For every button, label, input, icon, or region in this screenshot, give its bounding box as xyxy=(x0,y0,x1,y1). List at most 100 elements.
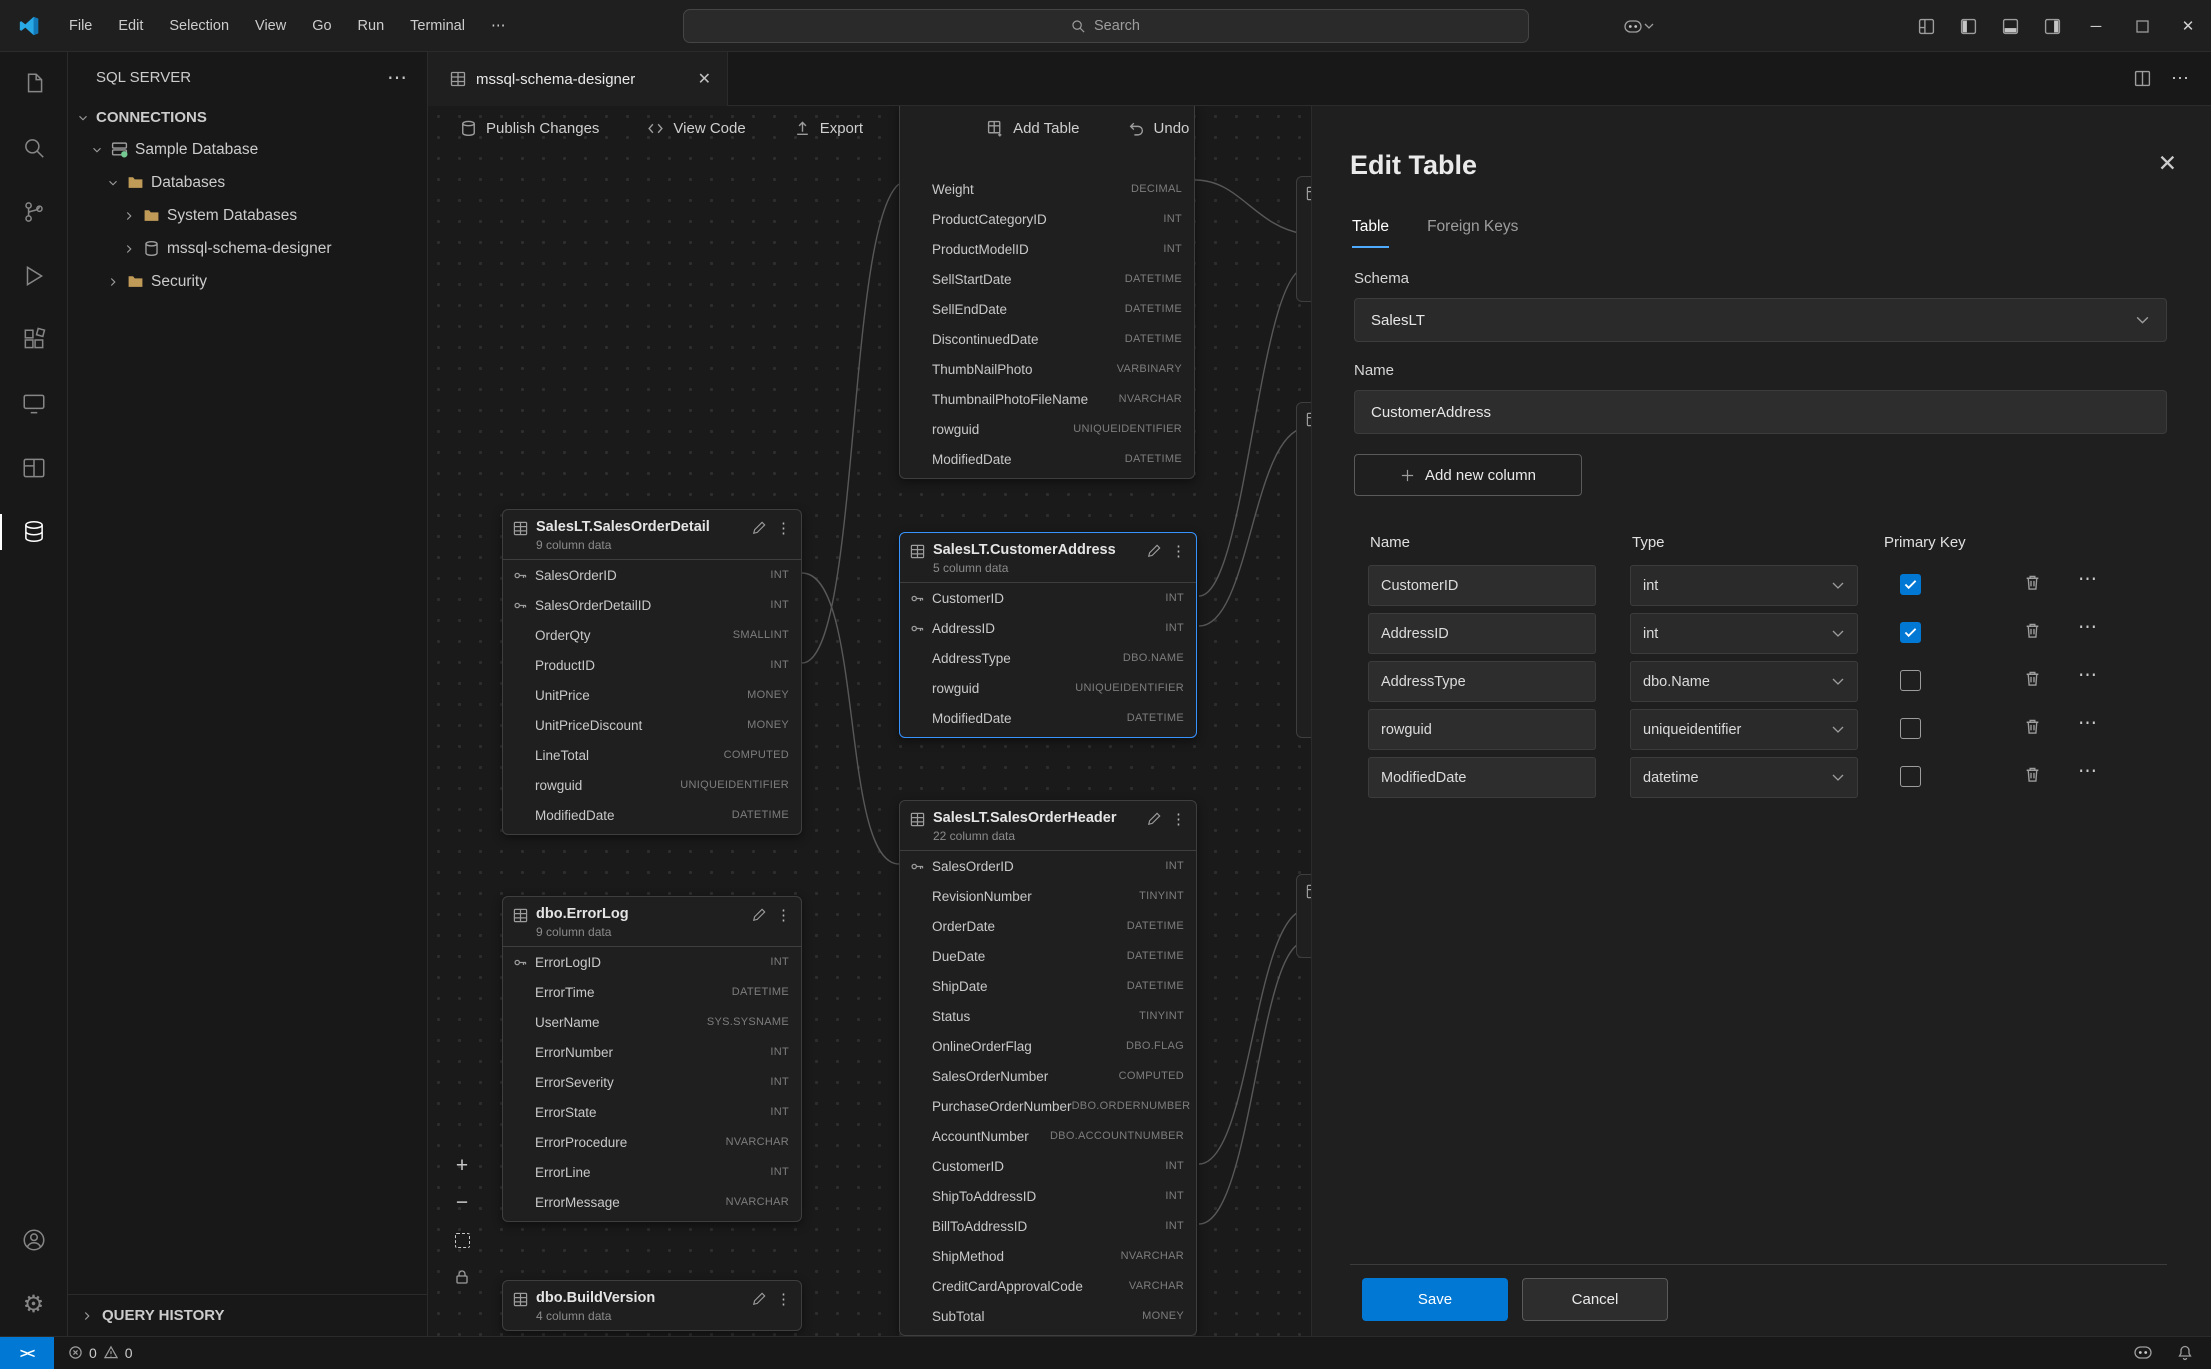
column-row[interactable]: SalesOrderID INT xyxy=(503,560,801,590)
maximize-button[interactable] xyxy=(2119,0,2165,52)
column-row[interactable]: AccountNumber DBO.ACCOUNTNUMBER xyxy=(900,1121,1196,1151)
column-row[interactable]: rowguid UNIQUEIDENTIFIER xyxy=(503,770,801,800)
tab-table[interactable]: Table xyxy=(1352,218,1389,248)
menu-terminal[interactable]: Terminal xyxy=(397,12,478,40)
copilot-status-icon[interactable] xyxy=(2133,1345,2153,1360)
sidebar-item-system-databases[interactable]: System Databases xyxy=(68,199,427,232)
column-row[interactable]: SellStartDate DATETIME xyxy=(900,264,1194,294)
column-more-actions-icon[interactable]: ⋯ xyxy=(2078,616,2098,639)
zoom-in-button[interactable]: + xyxy=(448,1152,476,1180)
editor-layout-icon[interactable] xyxy=(0,436,67,500)
settings-gear-icon[interactable]: ⚙ xyxy=(0,1272,67,1336)
column-more-actions-icon[interactable]: ⋯ xyxy=(2078,760,2098,783)
column-row[interactable]: UnitPriceDiscount MONEY xyxy=(503,710,801,740)
node-menu-icon[interactable]: ⋮ xyxy=(776,519,791,537)
column-row[interactable]: ErrorLogID INT xyxy=(503,947,801,977)
fit-view-button[interactable] xyxy=(448,1226,476,1254)
column-row[interactable]: rowguid UNIQUEIDENTIFIER xyxy=(900,414,1194,444)
table-node-salesorderdetail[interactable]: SalesLT.SalesOrderDetail 9 column data ⋮… xyxy=(502,509,802,835)
command-center-search[interactable]: Search xyxy=(683,9,1529,43)
column-row[interactable]: OrderDate DATETIME xyxy=(900,911,1196,941)
table-node-buildversion[interactable]: dbo.BuildVersion 4 column data ⋮ xyxy=(502,1280,802,1331)
table-name-input[interactable] xyxy=(1354,390,2167,434)
menu-more[interactable]: ⋯ xyxy=(478,12,519,40)
sidebar-item-mssql-schema-designer[interactable]: mssql-schema-designer xyxy=(68,232,427,265)
column-row[interactable]: BillToAddressID INT xyxy=(900,1211,1196,1241)
edit-pencil-icon[interactable] xyxy=(752,521,766,535)
column-row[interactable]: SubTotal MONEY xyxy=(900,1301,1196,1331)
customize-layout-icon[interactable] xyxy=(1905,8,1947,44)
tab-foreign-keys[interactable]: Foreign Keys xyxy=(1427,218,1518,248)
column-row[interactable]: ModifiedDate DATETIME xyxy=(503,800,801,830)
primary-key-checkbox[interactable] xyxy=(1900,622,1921,643)
column-name-input[interactable] xyxy=(1368,757,1596,798)
column-name-input[interactable] xyxy=(1368,661,1596,702)
column-more-actions-icon[interactable]: ⋯ xyxy=(2078,712,2098,735)
remote-indicator[interactable]: >< xyxy=(0,1337,54,1369)
remote-explorer-icon[interactable] xyxy=(0,372,67,436)
zoom-out-button[interactable]: − xyxy=(448,1189,476,1217)
column-row[interactable]: OnlineOrderFlag DBO.FLAG xyxy=(900,1031,1196,1061)
column-row[interactable]: SellEndDate DATETIME xyxy=(900,294,1194,324)
edit-pencil-icon[interactable] xyxy=(1147,544,1161,558)
column-row[interactable]: AddressType DBO.NAME xyxy=(900,643,1196,673)
schema-select[interactable]: SalesLT xyxy=(1354,298,2167,342)
split-editor-icon[interactable] xyxy=(2134,70,2151,87)
column-row[interactable]: ThumbnailPhotoFileName NVARCHAR xyxy=(900,384,1194,414)
close-window-button[interactable]: ✕ xyxy=(2165,0,2211,52)
primary-key-checkbox[interactable] xyxy=(1900,670,1921,691)
column-row[interactable]: ErrorState INT xyxy=(503,1097,801,1127)
column-row[interactable]: ErrorNumber INT xyxy=(503,1037,801,1067)
menu-file[interactable]: File xyxy=(56,12,105,40)
node-menu-icon[interactable]: ⋮ xyxy=(1171,542,1186,560)
delete-column-icon[interactable] xyxy=(2024,574,2041,591)
column-row[interactable]: ModifiedDate DATETIME xyxy=(900,703,1196,733)
sidebar-item-security[interactable]: Security xyxy=(68,265,427,298)
column-row[interactable]: ModifiedDate DATETIME xyxy=(900,444,1194,474)
node-menu-icon[interactable]: ⋮ xyxy=(776,1290,791,1308)
column-row[interactable]: CreditCardApprovalCode VARCHAR xyxy=(900,1271,1196,1301)
connections-section-header[interactable]: CONNECTIONS xyxy=(68,102,427,133)
toggle-panel-icon[interactable] xyxy=(1989,8,2031,44)
table-node-product-partial[interactable]: Weight DECIMAL ProductCategoryID INT Pro… xyxy=(899,106,1195,479)
column-row[interactable]: rowguid UNIQUEIDENTIFIER xyxy=(900,673,1196,703)
column-row[interactable]: ProductCategoryID INT xyxy=(900,204,1194,234)
column-row[interactable]: ErrorLine INT xyxy=(503,1157,801,1187)
column-row[interactable]: Weight DECIMAL xyxy=(900,174,1194,204)
lock-canvas-button[interactable] xyxy=(448,1263,476,1291)
delete-column-icon[interactable] xyxy=(2024,766,2041,783)
column-row[interactable]: ShipToAddressID INT xyxy=(900,1181,1196,1211)
column-row[interactable]: UnitPrice MONEY xyxy=(503,680,801,710)
menu-edit[interactable]: Edit xyxy=(105,12,156,40)
view-code-button[interactable]: View Code xyxy=(647,120,745,137)
sidebar-item-sample-database[interactable]: Sample Database xyxy=(68,133,427,166)
delete-column-icon[interactable] xyxy=(2024,622,2041,639)
extensions-icon[interactable] xyxy=(0,308,67,372)
undo-button[interactable]: Undo xyxy=(1128,120,1190,137)
primary-key-checkbox[interactable] xyxy=(1900,574,1921,595)
column-row[interactable]: ErrorMessage NVARCHAR xyxy=(503,1187,801,1217)
column-row[interactable]: RevisionNumber TINYINT xyxy=(900,881,1196,911)
column-name-input[interactable] xyxy=(1368,613,1596,654)
column-row[interactable]: ProductModelID INT xyxy=(900,234,1194,264)
primary-key-checkbox[interactable] xyxy=(1900,766,1921,787)
column-name-input[interactable] xyxy=(1368,709,1596,750)
column-type-select[interactable]: dbo.Name xyxy=(1630,661,1858,702)
column-row[interactable]: OrderQty SMALLINT xyxy=(503,620,801,650)
query-history-section[interactable]: QUERY HISTORY xyxy=(68,1294,427,1336)
column-type-select[interactable]: datetime xyxy=(1630,757,1858,798)
column-row[interactable]: ShipDate DATETIME xyxy=(900,971,1196,1001)
sidebar-more-actions-icon[interactable]: ⋯ xyxy=(387,65,409,90)
column-row[interactable]: ErrorSeverity INT xyxy=(503,1067,801,1097)
delete-column-icon[interactable] xyxy=(2024,718,2041,735)
edit-pencil-icon[interactable] xyxy=(752,1292,766,1306)
menu-go[interactable]: Go xyxy=(299,12,344,40)
column-type-select[interactable]: uniqueidentifier xyxy=(1630,709,1858,750)
node-menu-icon[interactable]: ⋮ xyxy=(776,906,791,924)
column-row[interactable]: ErrorTime DATETIME xyxy=(503,977,801,1007)
column-row[interactable]: ShipMethod NVARCHAR xyxy=(900,1241,1196,1271)
column-row[interactable]: LineTotal COMPUTED xyxy=(503,740,801,770)
column-name-input[interactable] xyxy=(1368,565,1596,606)
search-activity-icon[interactable] xyxy=(0,116,67,180)
toggle-secondary-sidebar-icon[interactable] xyxy=(2031,8,2073,44)
